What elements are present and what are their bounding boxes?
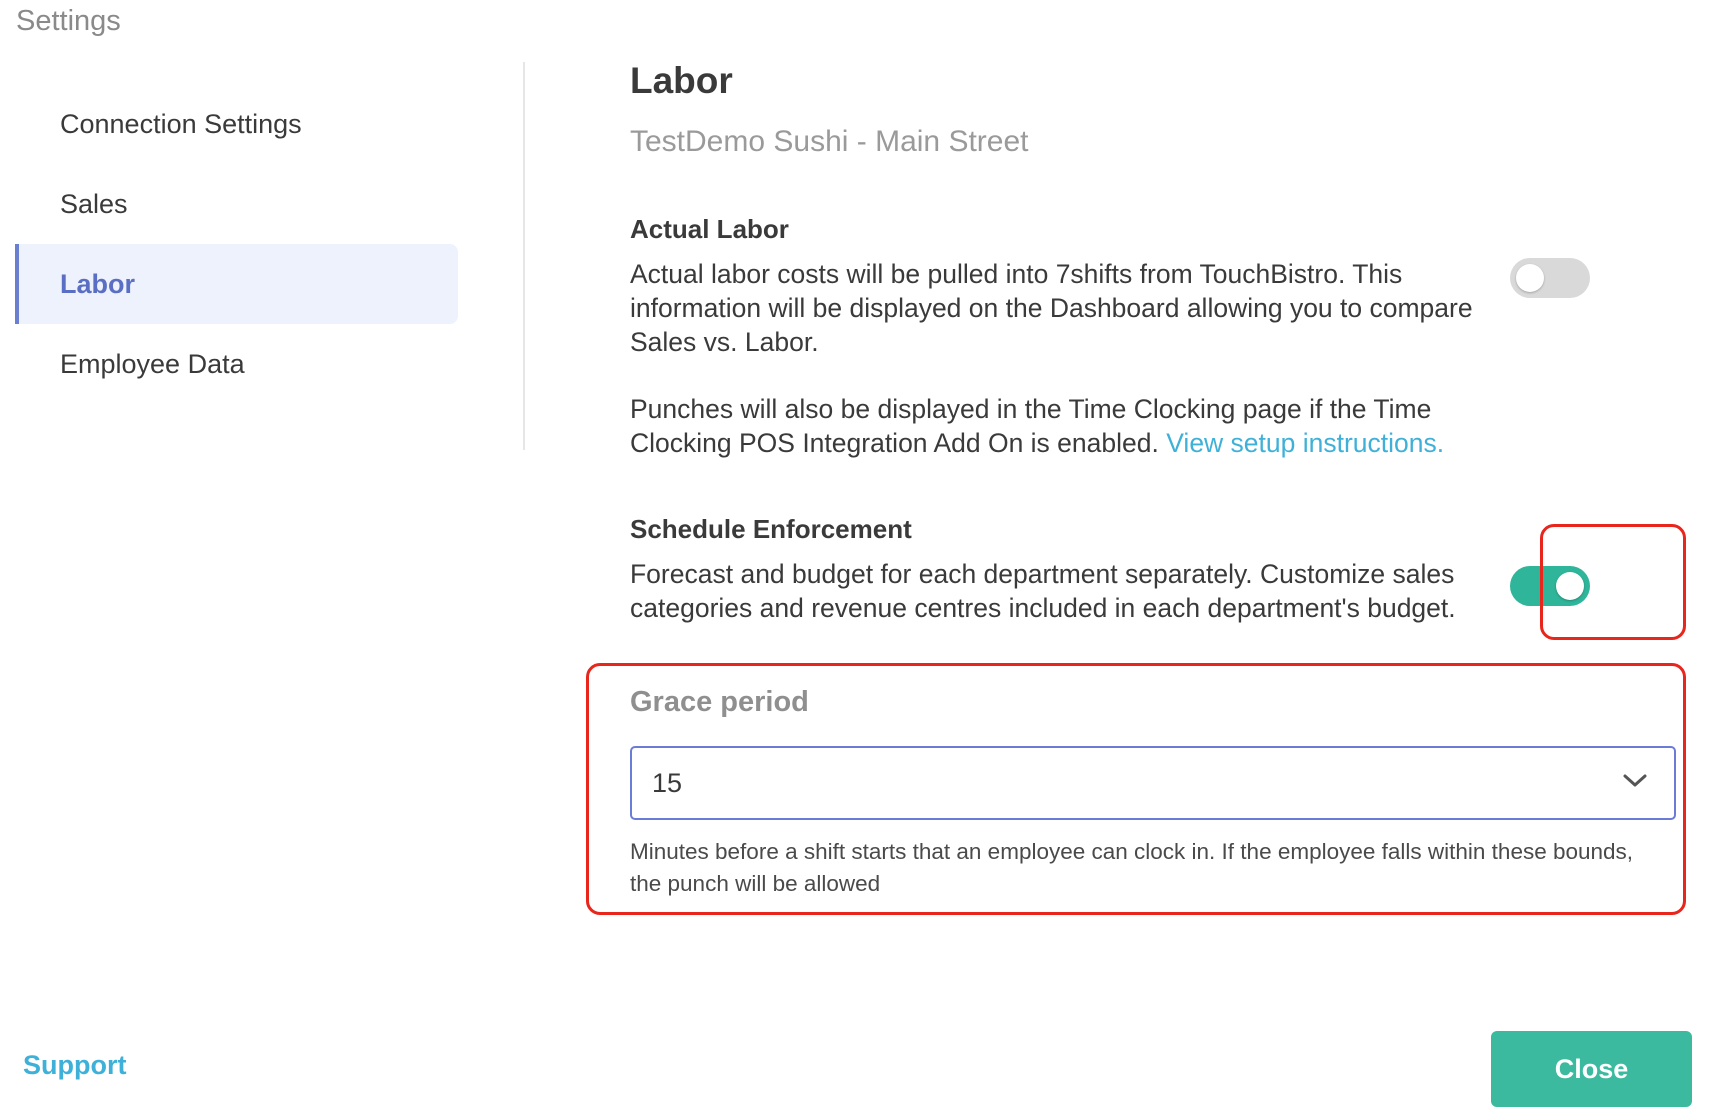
actual-labor-description: Actual labor costs will be pulled into 7… xyxy=(630,259,1473,357)
settings-sidebar: Connection Settings Sales Labor Employee… xyxy=(15,84,458,404)
settings-dialog: Settings Connection Settings Sales Labor… xyxy=(0,0,1717,1113)
actual-labor-heading: Actual Labor xyxy=(630,214,789,244)
actual-labor-toggle[interactable] xyxy=(1510,258,1590,298)
page-title: Labor xyxy=(630,60,733,101)
toggle-knob xyxy=(1516,264,1544,292)
punches-description: Punches will also be displayed in the Ti… xyxy=(630,392,1530,460)
sidebar-item-sales[interactable]: Sales xyxy=(15,164,458,244)
sidebar-divider xyxy=(523,62,525,450)
sidebar-item-labor[interactable]: Labor xyxy=(15,244,458,324)
schedule-enforcement-heading: Schedule Enforcement xyxy=(630,514,912,544)
schedule-enforcement-description: Forecast and budget for each department … xyxy=(630,559,1456,623)
sidebar-item-employee-data[interactable]: Employee Data xyxy=(15,324,458,404)
grace-period-highlight-annotation xyxy=(586,663,1686,915)
toggle-highlight-annotation xyxy=(1540,524,1686,640)
dialog-title: Settings xyxy=(16,5,121,37)
support-link[interactable]: Support xyxy=(23,1050,126,1081)
close-button[interactable]: Close xyxy=(1491,1031,1692,1107)
sidebar-item-connection-settings[interactable]: Connection Settings xyxy=(15,84,458,164)
location-name: TestDemo Sushi - Main Street xyxy=(630,125,1029,158)
setup-instructions-link[interactable]: View setup instructions. xyxy=(1166,428,1444,458)
